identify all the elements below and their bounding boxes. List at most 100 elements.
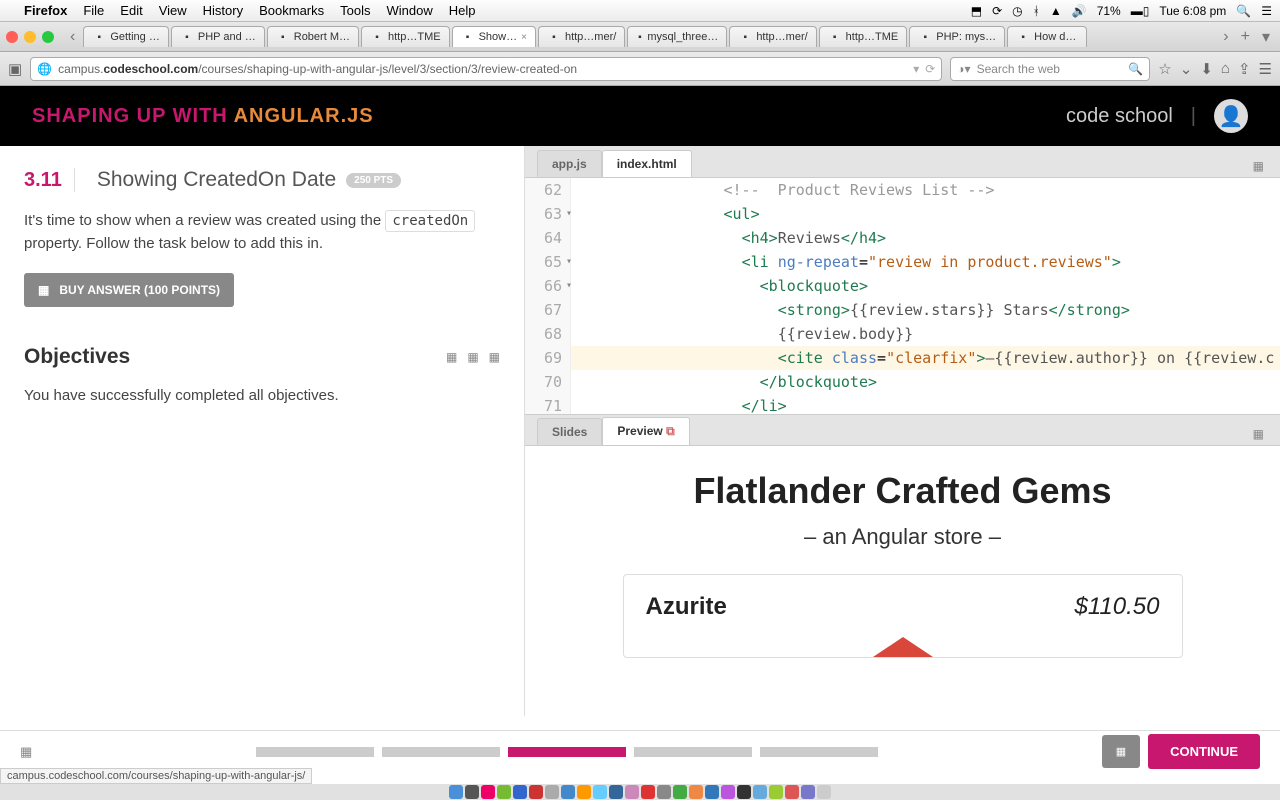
zoom-window-icon[interactable] — [42, 31, 54, 43]
store-subtitle: – an Angular store – — [555, 524, 1250, 550]
favicon-icon: ▪ — [547, 30, 561, 44]
dropbox-icon[interactable]: ⬒ — [971, 4, 982, 18]
browser-tab[interactable]: ▪Show…× — [452, 26, 536, 47]
preview-pane: Flatlander Crafted Gems – an Angular sto… — [525, 446, 1280, 716]
browser-tab[interactable]: ▪Getting … — [83, 26, 169, 47]
objectives-heading: Objectives — [24, 345, 130, 369]
browser-tab[interactable]: ▪mysql_three… — [627, 26, 727, 47]
menu-tools[interactable]: Tools — [340, 3, 370, 18]
browser-tab[interactable]: ▪How d… — [1007, 26, 1087, 47]
browser-tab-strip: ‹ ▪Getting …▪PHP and …▪Robert M…▪http…TM… — [0, 22, 1280, 52]
footer-grey-button[interactable]: ▦ — [1102, 735, 1140, 768]
tab-scroll-left-icon[interactable]: ‹ — [66, 28, 79, 46]
sync-icon[interactable]: ⟳ — [992, 4, 1002, 18]
objectives-status: You have successfully completed all obje… — [24, 387, 500, 404]
inline-code: createdOn — [385, 210, 475, 232]
ticket-icon: ▦ — [38, 283, 49, 297]
editor-expand-icon[interactable]: ▦ — [1249, 155, 1268, 177]
browser-tab[interactable]: ▪PHP: mys… — [909, 26, 1005, 47]
home-icon[interactable]: ⌂ — [1221, 60, 1230, 77]
notification-icon[interactable]: ☰ — [1261, 4, 1272, 18]
tab-list-icon[interactable]: ▾ — [1258, 27, 1274, 47]
clock-icon[interactable]: ◷ — [1012, 4, 1022, 18]
favicon-icon: ▪ — [276, 30, 290, 44]
tab-preview[interactable]: Preview ⧉ — [602, 417, 689, 445]
search-icon[interactable]: 🔍 — [1128, 62, 1143, 76]
window-controls[interactable] — [6, 31, 54, 43]
volume-icon[interactable]: 🔊 — [1072, 4, 1087, 18]
browser-tab[interactable]: ▪PHP and … — [171, 26, 265, 47]
search-engine-icon[interactable]: ◑▾ — [957, 62, 970, 76]
continue-button[interactable]: CONTINUE — [1148, 734, 1260, 769]
course-header: SHAPING UP WITH ANGULAR.JS code school |… — [0, 86, 1280, 146]
mac-menubar: Firefox File Edit View History Bookmarks… — [0, 0, 1280, 22]
gem-icon — [873, 637, 933, 657]
menu-history[interactable]: History — [203, 3, 243, 18]
preview-expand-icon[interactable]: ▦ — [1249, 423, 1268, 445]
dropdown-icon[interactable]: ▾ — [913, 62, 919, 76]
browser-tab[interactable]: ▪http…mer/ — [538, 26, 625, 47]
browser-tab[interactable]: ▪http…TME — [361, 26, 450, 47]
minimize-window-icon[interactable] — [24, 31, 36, 43]
progress-segment-current[interactable] — [508, 747, 626, 757]
menu-file[interactable]: File — [83, 3, 104, 18]
progress-segment[interactable] — [760, 747, 878, 757]
product-name: Azurite — [646, 593, 727, 621]
lesson-title: Showing CreatedOn Date — [97, 168, 336, 192]
buy-answer-button[interactable]: ▦ BUY ANSWER (100 POINTS) — [24, 273, 234, 307]
wifi-icon[interactable]: ▲ — [1050, 4, 1062, 18]
bluetooth-icon[interactable]: ᚼ — [1033, 4, 1040, 18]
menubar-clock[interactable]: Tue 6:08 pm — [1159, 4, 1226, 18]
codeschool-logo[interactable]: code school — [1066, 105, 1173, 128]
favicon-icon: ▪ — [738, 30, 752, 44]
menu-window[interactable]: Window — [387, 3, 433, 18]
lesson-footer: ▦ ▦ CONTINUE — [0, 730, 1280, 772]
tab-indexhtml[interactable]: index.html — [602, 150, 692, 177]
new-tab-icon[interactable]: + — [1237, 28, 1254, 46]
lesson-panel: 3.11 Showing CreatedOn Date 250 PTS It's… — [0, 146, 524, 716]
sidebar-toggle-icon[interactable]: ▣ — [8, 60, 22, 78]
menu-view[interactable]: View — [159, 3, 187, 18]
url-input[interactable]: 🌐 campus.codeschool.com/courses/shaping-… — [30, 57, 942, 81]
tab-slides[interactable]: Slides — [537, 418, 602, 445]
objective-badge-icon: ▦ — [467, 350, 478, 364]
star-icon[interactable]: ☆ — [1158, 60, 1171, 78]
progress-segment[interactable] — [382, 747, 500, 757]
tab-appjs[interactable]: app.js — [537, 150, 602, 177]
menu-edit[interactable]: Edit — [120, 3, 142, 18]
share-icon[interactable]: ⇪ — [1238, 60, 1251, 78]
spotlight-icon[interactable]: 🔍 — [1236, 4, 1251, 18]
menu-bookmarks[interactable]: Bookmarks — [259, 3, 324, 18]
battery-icon: ▬▯ — [1131, 4, 1150, 18]
favicon-icon: ▪ — [918, 30, 932, 44]
close-tab-icon[interactable]: × — [521, 32, 527, 43]
objective-badge-icon: ▦ — [446, 350, 457, 364]
mac-dock[interactable] — [0, 784, 1280, 800]
download-icon[interactable]: ⬇ — [1200, 60, 1213, 78]
address-toolbar: ▣ 🌐 campus.codeschool.com/courses/shapin… — [0, 52, 1280, 86]
favicon-icon: ▪ — [828, 30, 842, 44]
close-window-icon[interactable] — [6, 31, 18, 43]
external-icon: ⧉ — [666, 424, 675, 438]
avatar[interactable]: 👤 — [1214, 99, 1248, 133]
lesson-number: 3.11 — [24, 169, 62, 192]
favicon-icon: ▪ — [636, 30, 643, 44]
code-editor[interactable]: 62 <!-- Product Reviews List -->63▾ <ul>… — [525, 178, 1280, 414]
hamburger-icon[interactable]: ☰ — [1259, 60, 1272, 78]
search-input[interactable]: ◑▾ Search the web 🔍 — [950, 57, 1150, 81]
footer-badge-icon[interactable]: ▦ — [20, 744, 32, 760]
pocket-icon[interactable]: ⌄ — [1180, 60, 1193, 78]
progress-segment[interactable] — [634, 747, 752, 757]
browser-tab[interactable]: ▪http…TME — [819, 26, 908, 47]
menu-help[interactable]: Help — [449, 3, 476, 18]
editor-tabs: app.js index.html ▦ — [525, 146, 1280, 178]
tab-scroll-right-icon[interactable]: › — [1219, 28, 1232, 46]
product-card: Azurite $110.50 — [623, 574, 1183, 658]
reload-icon[interactable]: ⟳ — [925, 62, 935, 76]
progress-segment[interactable] — [256, 747, 374, 757]
menubar-app[interactable]: Firefox — [24, 3, 67, 18]
favicon-icon: ▪ — [180, 30, 194, 44]
favicon-icon: ▪ — [1016, 30, 1030, 44]
browser-tab[interactable]: ▪Robert M… — [267, 26, 359, 47]
browser-tab[interactable]: ▪http…mer/ — [729, 26, 816, 47]
